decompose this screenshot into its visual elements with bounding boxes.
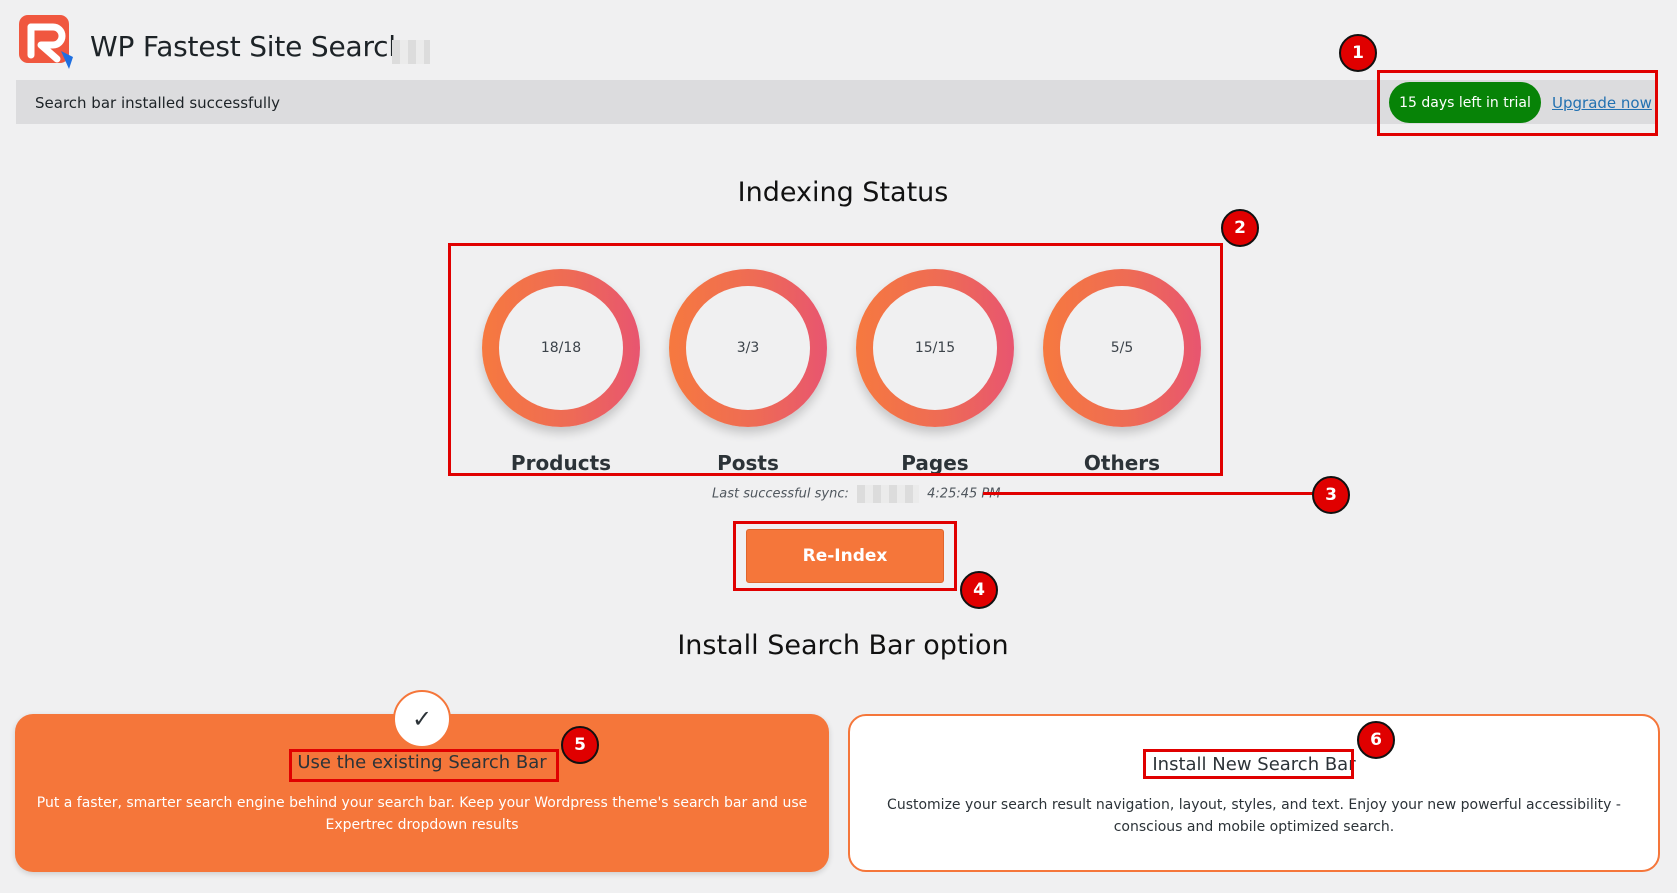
card-description: Customize your search result navigation,… bbox=[887, 797, 1621, 835]
annotation-box-2 bbox=[448, 243, 1223, 476]
install-new-search-bar-card[interactable]: Install New Search Bar Customize your se… bbox=[848, 714, 1660, 872]
annotation-marker-3: 3 bbox=[1312, 476, 1350, 514]
annotation-box-1 bbox=[1377, 70, 1658, 136]
sync-label: Last successful sync: bbox=[712, 486, 849, 502]
indexing-status-heading: Indexing Status bbox=[737, 177, 949, 208]
annotation-box-6 bbox=[1143, 749, 1354, 779]
annotation-box-4 bbox=[733, 521, 957, 591]
annotation-leader-3 bbox=[983, 492, 1313, 495]
notice-message: Search bar installed successfully bbox=[35, 94, 281, 112]
annotation-marker-2: 2 bbox=[1221, 209, 1259, 247]
expertrec-logo-icon bbox=[17, 13, 77, 71]
page-title: WP Fastest Site Search bbox=[90, 30, 406, 63]
checkmark-icon: ✓ bbox=[393, 690, 451, 748]
redacted-version bbox=[392, 40, 430, 64]
annotation-box-5 bbox=[289, 749, 559, 782]
install-search-bar-heading: Install Search Bar option bbox=[677, 630, 1009, 661]
last-sync-text: Last successful sync: 4:25:45 PM bbox=[712, 485, 1000, 503]
card-description: Put a faster, smarter search engine behi… bbox=[36, 795, 808, 833]
redacted-date bbox=[857, 485, 919, 503]
annotation-marker-6: 6 bbox=[1357, 721, 1395, 759]
annotation-marker-4: 4 bbox=[960, 571, 998, 609]
annotation-marker-5: 5 bbox=[561, 726, 599, 764]
annotation-marker-1: 1 bbox=[1339, 34, 1377, 72]
